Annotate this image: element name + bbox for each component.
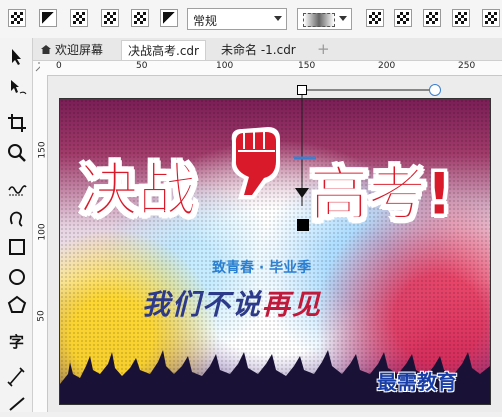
tab-current-document[interactable]: 决战高考.cdr [121,40,206,60]
two-color-pattern-icon[interactable] [131,9,149,27]
shape-tool-icon[interactable] [6,76,28,98]
ruler-label: 100 [216,61,234,71]
smart-drawing-icon[interactable] [6,206,28,228]
transparency-handles-overlay [294,89,434,206]
fountain-transparency-icon[interactable] [39,9,57,27]
gradient-angle-handle[interactable] [429,84,441,96]
outline-only-icon[interactable] [423,9,441,27]
texture-icon[interactable] [160,9,178,27]
transparency-icon[interactable] [8,9,26,27]
horizontal-ruler[interactable]: 0 50 100 150 200 250 [40,61,502,76]
rectangle-tool-icon[interactable] [6,236,28,258]
chevron-down-icon [274,16,282,21]
gradient-start-handle[interactable] [297,85,307,95]
connector-tool-icon[interactable] [6,392,28,414]
gradient-end-handle[interactable] [297,219,309,231]
crop-tool-icon[interactable] [6,112,28,134]
merge-mode-select[interactable]: 常规 [187,8,287,30]
merge-mode-value: 常规 [193,14,218,28]
tab-untitled-document[interactable]: 未命名 -1.cdr [215,40,302,60]
ellipse-tool-icon[interactable] [6,266,28,288]
mirror-tiles-icon[interactable] [366,9,384,27]
ruler-label: 50 [136,61,148,71]
freehand-tool-icon[interactable] [6,178,28,200]
fill-only-icon[interactable] [394,9,412,27]
ruler-label: 150 [37,141,48,159]
home-icon [41,45,51,54]
new-tab-button[interactable]: + [311,40,336,60]
tab-label: 欢迎屏幕 [55,43,104,57]
tab-welcome[interactable]: 欢迎屏幕 [35,40,109,60]
ruler-label: 250 [458,61,476,71]
ruler-label: 100 [37,223,48,241]
text-tool-icon[interactable]: 字 [6,330,28,352]
polygon-tool-icon[interactable] [6,294,28,316]
pick-tool-icon[interactable] [6,46,28,68]
pattern-preview [303,13,335,27]
parallel-dimension-icon[interactable] [6,366,28,388]
ruler-label: 150 [298,61,316,71]
pattern-transparency-icon[interactable] [70,9,88,27]
svg-text:字: 字 [9,333,24,351]
chevron-down-icon [339,16,347,21]
watermark-logo: 最需教育 [377,370,457,394]
zoom-tool-icon[interactable] [6,142,28,164]
pattern-picker[interactable] [297,8,352,30]
tab-label: 决战高考.cdr [128,44,199,58]
document-tabs: 欢迎屏幕 决战高考.cdr 未命名 -1.cdr + [33,38,502,61]
ruler-label: 0 [56,61,62,71]
property-bar: 常规 [0,0,502,39]
drawing-canvas[interactable]: 决战 高考! 致青春 · 毕业季 我们不说再见 [48,76,502,412]
plus-icon: + [317,40,330,58]
vertical-ruler[interactable]: 150 100 50 [33,75,48,412]
freeze-icon[interactable] [482,9,500,27]
ruler-label: 50 [36,310,47,322]
tab-label: 未命名 -1.cdr [221,43,296,57]
toolbox: 字 [0,38,33,412]
bitmap-pattern-icon[interactable] [101,9,119,27]
ruler-label: 200 [378,61,396,71]
all-transparency-icon[interactable] [452,9,470,27]
